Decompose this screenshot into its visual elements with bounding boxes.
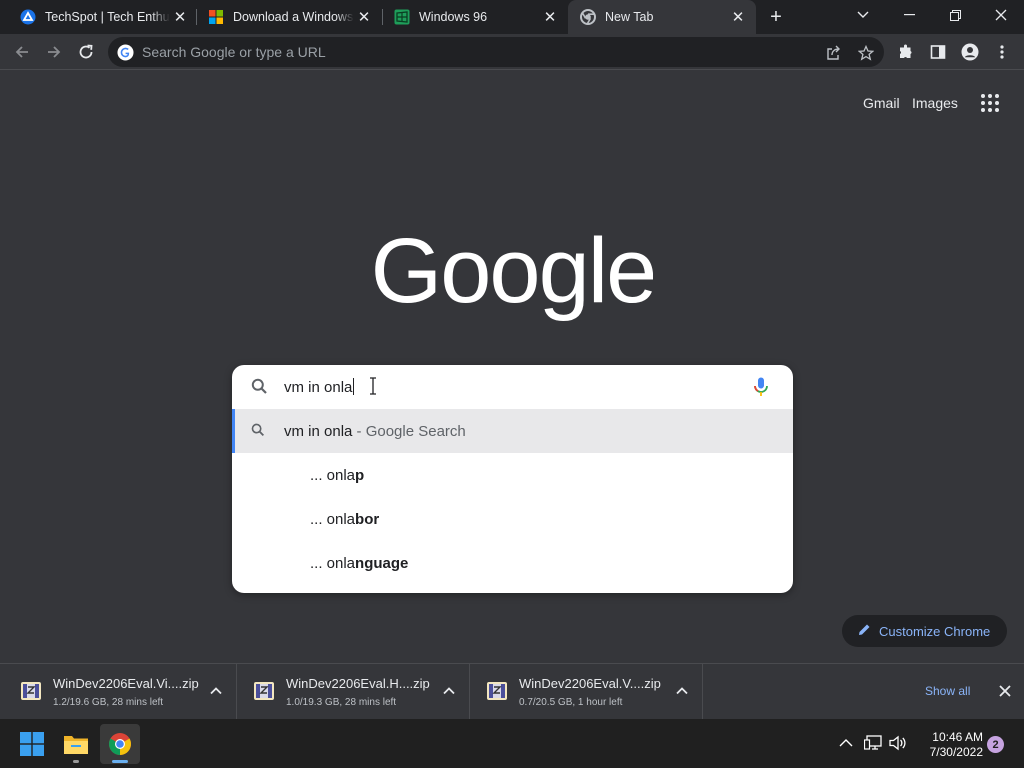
file-explorer-button[interactable] <box>56 724 96 764</box>
google-logo: Google <box>373 220 653 322</box>
volume-icon[interactable] <box>889 734 907 752</box>
reload-button[interactable] <box>72 38 100 66</box>
zip-file-icon <box>253 680 275 702</box>
profile-avatar-icon[interactable] <box>960 42 980 62</box>
download-item[interactable]: WinDev2206Eval.Vi....zip 1.2/19.6 GB, 28… <box>4 664 237 719</box>
close-tab-icon[interactable]: ✕ <box>728 7 748 27</box>
download-item[interactable]: WinDev2206Eval.V....zip 0.7/20.5 GB, 1 h… <box>470 664 703 719</box>
close-tab-icon[interactable]: ✕ <box>354 7 374 27</box>
suggestion-text: ... onlabor <box>310 510 380 528</box>
suggestion-item[interactable]: ... onlanguage <box>232 541 793 585</box>
search-input-row[interactable]: vm in onla <box>232 365 793 409</box>
customize-chrome-button[interactable]: Customize Chrome <box>842 615 1007 647</box>
back-button[interactable] <box>8 38 36 66</box>
search-icon <box>251 378 268 400</box>
gmail-link[interactable]: Gmail <box>863 95 900 111</box>
download-status: 1.2/19.6 GB, 28 mins left <box>53 697 164 708</box>
svg-text:Google: Google <box>373 220 653 322</box>
new-tab-button[interactable]: + <box>764 5 788 29</box>
start-button[interactable] <box>12 724 52 764</box>
download-shelf: WinDev2206Eval.Vi....zip 1.2/19.6 GB, 28… <box>0 663 1024 719</box>
close-tab-icon[interactable]: ✕ <box>540 7 560 27</box>
tab-title: TechSpot | Tech Enthusiasts, Power Users… <box>45 10 170 24</box>
tab-title: Download a Windows virtual machine <box>233 10 354 24</box>
address-bar[interactable]: Search Google or type a URL <box>108 37 884 67</box>
address-bar-placeholder: Search Google or type a URL <box>142 44 326 60</box>
download-filename: WinDev2206Eval.V....zip <box>519 676 661 691</box>
text-cursor-icon <box>370 377 376 395</box>
close-download-shelf-icon[interactable] <box>998 684 1012 698</box>
download-status: 0.7/20.5 GB, 1 hour left <box>519 697 623 708</box>
search-icon <box>251 423 265 441</box>
download-item[interactable]: WinDev2206Eval.H....zip 1.0/19.3 GB, 28 … <box>237 664 470 719</box>
download-filename: WinDev2206Eval.Vi....zip <box>53 676 199 691</box>
suggestion-text: vm in onla - Google Search <box>284 422 466 440</box>
chrome-icon <box>580 9 596 25</box>
tab-search-icon[interactable] <box>840 0 886 30</box>
tab-windows-96[interactable]: Windows 96 ✕ <box>382 0 568 34</box>
tab-strip: TechSpot | Tech Enthusiasts, Power Users… <box>0 0 1024 34</box>
chevron-up-icon[interactable] <box>837 734 855 752</box>
techspot-icon <box>20 9 36 25</box>
tab-new-tab[interactable]: New Tab ✕ <box>568 0 756 34</box>
tab-title: Windows 96 <box>419 10 488 24</box>
chrome-taskbar-button[interactable] <box>100 724 140 764</box>
chevron-up-icon[interactable] <box>442 684 456 698</box>
download-filename: WinDev2206Eval.H....zip <box>286 676 430 691</box>
minimize-button[interactable] <box>886 0 932 30</box>
suggestion-text: ... onlap <box>310 466 365 484</box>
suggestion-item[interactable]: ... onlabor <box>232 497 793 541</box>
network-icon[interactable] <box>864 734 882 752</box>
tab-title: New Tab <box>605 10 654 24</box>
running-indicator <box>73 760 79 763</box>
microsoft-icon <box>208 9 224 25</box>
voice-search-mic-icon[interactable] <box>753 377 769 402</box>
suggestion-text: ... onlanguage <box>310 554 409 572</box>
google-apps-icon[interactable] <box>981 94 999 112</box>
clock-time: 10:46 AM <box>932 730 983 744</box>
active-indicator <box>112 760 128 763</box>
customize-chrome-label: Customize Chrome <box>879 623 991 639</box>
zip-file-icon <box>486 680 508 702</box>
bookmark-star-icon[interactable] <box>857 44 875 62</box>
extensions-icon[interactable] <box>896 42 916 62</box>
browser-toolbar: Search Google or type a URL <box>0 34 1024 70</box>
windows-taskbar: 10:46 AM 7/30/2022 <box>0 719 1024 768</box>
side-panel-icon[interactable] <box>928 42 948 62</box>
images-link[interactable]: Images <box>912 95 958 111</box>
share-icon[interactable] <box>825 44 843 62</box>
search-input[interactable]: vm in onla <box>284 378 355 396</box>
tab-techspot[interactable]: TechSpot | Tech Enthusiasts, Power Users… <box>8 0 198 34</box>
search-box[interactable]: vm in onla vm in onla - Google Search ..… <box>232 365 793 593</box>
suggestion-item[interactable]: ... onlap <box>232 453 793 497</box>
google-g-icon <box>117 43 134 61</box>
clock-date: 7/30/2022 <box>929 745 983 759</box>
menu-kebab-icon[interactable] <box>992 42 1012 62</box>
chevron-up-icon[interactable] <box>675 684 689 698</box>
download-status: 1.0/19.3 GB, 28 mins left <box>286 697 397 708</box>
folder-icon <box>64 736 88 754</box>
notification-badge[interactable]: 2 <box>987 736 1004 753</box>
close-tab-icon[interactable]: ✕ <box>170 7 190 27</box>
zip-file-icon <box>20 680 42 702</box>
windows-logo-icon <box>20 732 44 756</box>
windows96-icon <box>394 9 410 25</box>
forward-button[interactable] <box>40 38 68 66</box>
tab-download-windows-vm[interactable]: Download a Windows virtual machine ✕ <box>196 0 382 34</box>
chrome-icon <box>109 733 131 755</box>
restore-button[interactable] <box>932 0 978 30</box>
close-window-button[interactable] <box>978 0 1024 30</box>
show-all-downloads-link[interactable]: Show all <box>925 684 970 698</box>
chevron-up-icon[interactable] <box>209 684 223 698</box>
system-clock[interactable]: 10:46 AM 7/30/2022 <box>915 730 983 760</box>
suggestion-google-search[interactable]: vm in onla - Google Search <box>232 409 793 453</box>
pencil-icon <box>858 623 871 639</box>
